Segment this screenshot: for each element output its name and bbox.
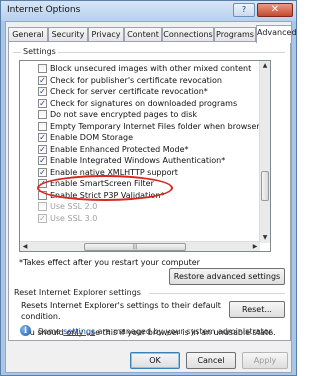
setting-item[interactable]: ✓ Check for signatures on downloaded prog… — [20, 98, 260, 109]
checked-checkbox[interactable]: ✓ — [38, 167, 47, 177]
setting-item[interactable]: ✓ Enable Integrated Windows Authenticatio… — [20, 155, 260, 166]
checked-checkbox[interactable]: ✓ — [38, 156, 47, 165]
help-icon: ? — [241, 5, 247, 14]
internet-options-window: Internet Options ? ✕ General Security Pr… — [0, 0, 297, 376]
checked-checkbox[interactable]: ✓ — [38, 98, 47, 108]
setting-label: Do not save encrypted pages to disk — [50, 110, 198, 119]
horizontal-scroll-thumb[interactable]: ||| — [84, 243, 186, 251]
setting-label: Empty Temporary Internet Files folder wh… — [50, 121, 271, 131]
scroll-down-icon[interactable]: ▼ — [260, 233, 270, 243]
checked-checkbox[interactable]: ✓ — [38, 213, 47, 223]
restore-advanced-settings-button[interactable]: Restore advanced settings — [169, 268, 285, 285]
reset-description-line1: Resets Internet Explorer's settings to t… — [21, 301, 221, 310]
setting-label: Check for server certificate revocation* — [50, 87, 208, 96]
setting-item[interactable]: ✓ Enable Enhanced Protected Mode* — [20, 144, 260, 155]
tab-connections[interactable]: Connections — [162, 27, 214, 42]
apply-button[interactable]: Apply — [242, 352, 288, 369]
tab-general[interactable]: General — [8, 27, 48, 42]
setting-label: Use SSL 2.0 — [50, 202, 98, 211]
reset-description-line2: condition. — [21, 312, 61, 321]
unchecked-checkbox[interactable] — [38, 202, 47, 211]
unchecked-checkbox[interactable] — [38, 64, 47, 73]
tab-content[interactable]: Content — [124, 27, 162, 42]
unchecked-checkbox[interactable] — [38, 190, 47, 200]
settings-group-line-left — [13, 52, 21, 53]
setting-item[interactable]: ✓ Check for server certificate revocation… — [20, 86, 260, 97]
scroll-up-icon[interactable]: ▲ — [260, 61, 270, 71]
tab-strip: General Security Privacy Content Connect… — [6, 25, 297, 43]
setting-item[interactable]: ✓ Enable native XMLHTTP support — [20, 167, 260, 178]
tab-privacy[interactable]: Privacy — [88, 27, 124, 42]
setting-label: Enable Integrated Windows Authentication… — [50, 156, 226, 165]
title-bar[interactable]: Internet Options ? ✕ — [1, 1, 296, 21]
tab-advanced[interactable]: Advanced — [256, 25, 297, 43]
setting-label: Check for signatures on downloaded progr… — [50, 98, 238, 108]
dialog-client: General Security Privacy Content Connect… — [5, 21, 297, 373]
tab-security[interactable]: Security — [48, 27, 88, 42]
settings-group-line-right — [57, 52, 285, 53]
setting-item[interactable]: Block unsecured images with other mixed … — [20, 63, 260, 74]
unchecked-checkbox[interactable] — [38, 110, 47, 119]
setting-item[interactable]: Empty Temporary Internet Files folder wh… — [20, 121, 270, 132]
scroll-left-icon[interactable]: ◀ — [20, 242, 30, 251]
setting-label: Enable Strict P3P Validation* — [50, 190, 165, 200]
setting-label: Enable Enhanced Protected Mode* — [50, 144, 189, 154]
checked-checkbox[interactable]: ✓ — [38, 179, 47, 188]
window-title: Internet Options — [7, 5, 81, 15]
info-icon: i — [20, 325, 31, 336]
vertical-scrollbar[interactable]: ▲ ▼ — [259, 61, 270, 243]
restart-note: *Takes effect after you restart your com… — [19, 258, 200, 267]
setting-item[interactable]: Do not save encrypted pages to disk — [20, 109, 260, 120]
setting-item[interactable]: ✓ Use SSL 3.0 — [20, 213, 260, 224]
checked-checkbox[interactable]: ✓ — [38, 75, 47, 85]
reset-group-line-right — [149, 293, 285, 294]
close-button[interactable]: ✕ — [257, 3, 293, 17]
notice-suffix: are managed by your system administrator… — [95, 327, 274, 336]
checked-checkbox[interactable]: ✓ — [38, 144, 47, 154]
setting-item[interactable]: ✓ Enable DOM Storage — [20, 132, 260, 143]
setting-label: Enable SmartScreen Filter — [50, 179, 154, 188]
horizontal-scrollbar[interactable]: ◀ ||| ▶ — [20, 241, 260, 251]
setting-item[interactable]: ✓ Enable SmartScreen Filter — [20, 178, 260, 189]
setting-item[interactable]: ✓ Check for publisher's certificate revoc… — [20, 75, 260, 86]
settings-group-label: Settings — [21, 47, 58, 56]
vertical-scroll-thumb[interactable] — [261, 171, 269, 201]
settings-listbox[interactable]: Block unsecured images with other mixed … — [19, 60, 271, 252]
checked-checkbox[interactable]: ✓ — [38, 87, 47, 96]
setting-label: Enable DOM Storage — [50, 133, 133, 142]
setting-label: Use SSL 3.0 — [50, 213, 98, 223]
advanced-panel: Settings Block unsecured images with oth… — [8, 41, 291, 341]
setting-label: Check for publisher's certificate revoca… — [50, 75, 222, 85]
reset-button[interactable]: Reset... — [229, 301, 285, 318]
admin-managed-notice: Some settings are managed by your system… — [38, 327, 274, 336]
setting-label: Enable native XMLHTTP support — [50, 167, 178, 177]
setting-item[interactable]: Enable Strict P3P Validation* — [20, 190, 260, 201]
setting-item[interactable]: Use SSL 2.0 — [20, 201, 260, 212]
setting-label: Block unsecured images with other mixed … — [50, 64, 252, 73]
unchecked-checkbox[interactable] — [38, 121, 47, 131]
scroll-right-icon[interactable]: ▶ — [250, 242, 260, 251]
checked-checkbox[interactable]: ✓ — [38, 133, 47, 142]
notice-prefix: Some — [38, 327, 64, 336]
close-icon: ✕ — [270, 4, 280, 15]
tab-programs[interactable]: Programs — [214, 27, 256, 42]
ok-button[interactable]: OK — [130, 352, 180, 369]
help-button[interactable]: ? — [233, 3, 255, 17]
cancel-button[interactable]: Cancel — [186, 352, 236, 369]
settings-link[interactable]: settings — [63, 327, 95, 336]
reset-group-label: Reset Internet Explorer settings — [12, 288, 143, 297]
